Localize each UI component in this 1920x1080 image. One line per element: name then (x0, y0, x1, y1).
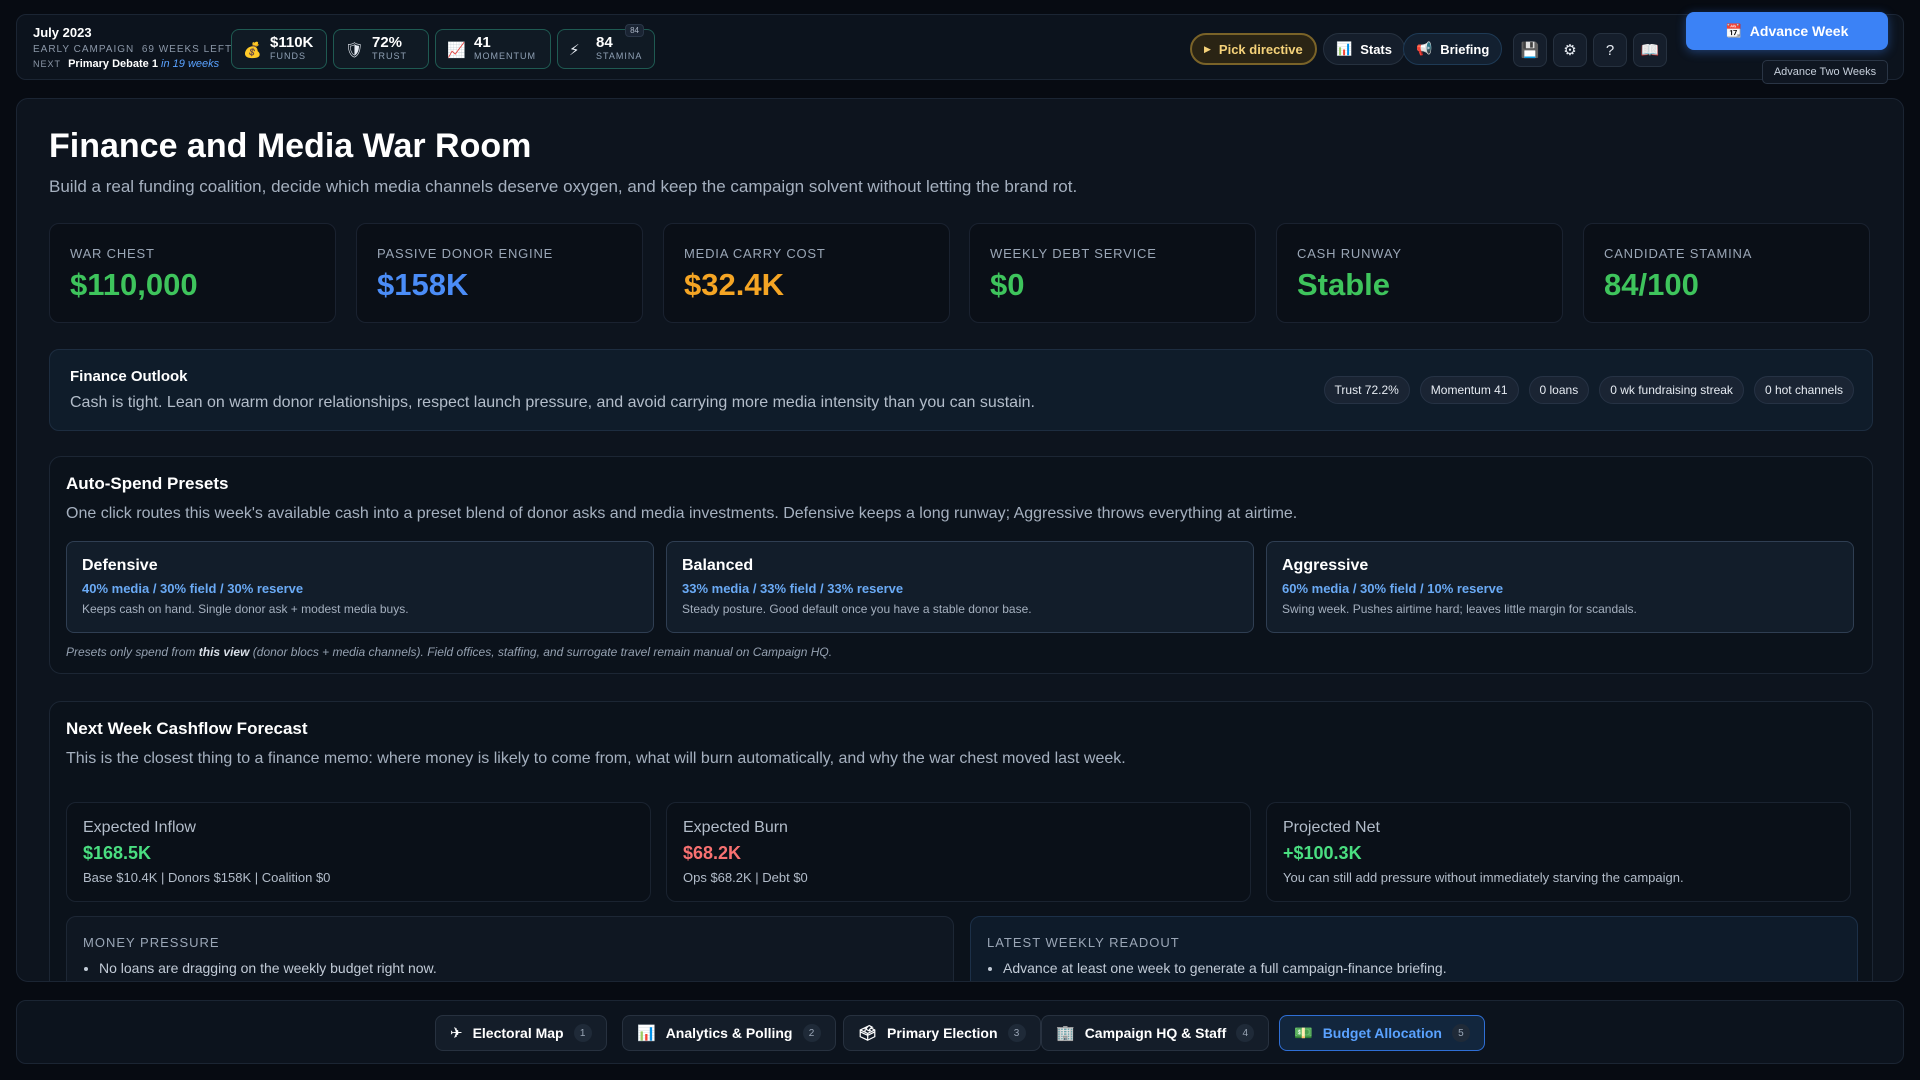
gear-icon[interactable]: ⚙ (1553, 33, 1587, 67)
current-date: July 2023 (33, 25, 92, 40)
kpi-passive-donor-engine: Passive Donor Engine $158K (356, 223, 643, 323)
war-room-panel: Finance and Media War Room Build a real … (16, 98, 1904, 982)
chip-momentum: Momentum 41 (1419, 376, 1519, 404)
forecast-title: Next Week Cashflow Forecast (66, 719, 308, 738)
chip-hot-channels: 0 hot channels (1753, 376, 1854, 404)
auto-spend-presets: Auto-Spend Presets One click routes this… (49, 456, 1873, 674)
help-icon[interactable]: ? (1593, 33, 1627, 67)
bar-chart-icon: 📊 (637, 1025, 656, 1042)
save-icon[interactable]: 💾 (1513, 33, 1547, 67)
preset-defensive[interactable]: Defensive 40% media / 30% field / 30% re… (66, 541, 654, 633)
tab-analytics-polling[interactable]: 📊 Analytics & Polling 2 (622, 1015, 836, 1051)
cash-icon: 💵 (1294, 1025, 1313, 1042)
outlook-chips: Trust 72.2% Momentum 41 0 loans 0 wk fun… (1323, 376, 1854, 404)
outlook-text: Cash is tight. Lean on warm donor relati… (70, 394, 1035, 411)
weekly-readout-panel: Latest Weekly Readout Advance at least o… (970, 916, 1858, 981)
top-status-bar: July 2023 Early Campaign 69 weeks left N… (16, 14, 1904, 80)
trust-label: Trust (372, 51, 407, 61)
tab-primary-election[interactable]: 🗳 Primary Election 3 (843, 1015, 1041, 1051)
funds-label: Funds (270, 51, 306, 61)
projected-net-card: Projected Net +$100.3K You can still add… (1266, 802, 1851, 902)
chip-trust: Trust 72.2% (1323, 376, 1410, 404)
chart-icon: 📈 (447, 42, 466, 59)
next-label: NEXT (33, 59, 62, 69)
weeks-left: 69 weeks left (141, 44, 233, 55)
cashflow-forecast: Next Week Cashflow Forecast This is the … (49, 701, 1873, 981)
kpi-cash-runway: Cash Runway Stable (1276, 223, 1563, 323)
kpi-media-carry-cost: Media Carry Cost $32.4K (663, 223, 950, 323)
book-icon[interactable]: 📖 (1633, 33, 1667, 67)
page-subtitle: Build a real funding coalition, decide w… (49, 177, 1078, 196)
stats-button[interactable]: 📊 Stats (1323, 33, 1405, 65)
stamina-stat[interactable]: ⚡ 84 84 Stamina (557, 24, 655, 69)
play-icon: ▶ (1204, 43, 1211, 54)
briefing-button[interactable]: 📢 Briefing (1403, 33, 1503, 65)
preset-aggressive[interactable]: Aggressive 60% media / 30% field / 10% r… (1266, 541, 1854, 633)
momentum-label: Momentum (474, 51, 536, 61)
momentum-stat[interactable]: 📈 41 Momentum (435, 29, 551, 69)
plane-icon: ✈ (450, 1025, 463, 1042)
list-item: Advance at least one week to generate a … (1003, 960, 1841, 976)
stamina-badge: 84 (625, 24, 644, 37)
next-event: NEXT Primary Debate 1 in 19 weeks (33, 58, 232, 70)
campaign-phase: Early Campaign (33, 44, 135, 55)
tab-electoral-map[interactable]: ✈ Electoral Map 1 (435, 1015, 607, 1051)
money-bag-icon: 💰 (243, 42, 262, 59)
finance-outlook: Finance Outlook Cash is tight. Lean on w… (49, 349, 1873, 431)
presets-description: One click routes this week's available c… (66, 505, 1298, 522)
list-item: No loans are dragging on the weekly budg… (99, 960, 937, 976)
next-event-when: in 19 weeks (161, 58, 220, 70)
funds-value: $110K (270, 34, 314, 51)
kpi-war-chest: War Chest $110,000 (49, 223, 336, 323)
chip-streak: 0 wk fundraising streak (1599, 376, 1744, 404)
tab-campaign-hq[interactable]: 🏢 Campaign HQ & Staff 4 (1041, 1015, 1270, 1051)
momentum-value: 41 (474, 34, 491, 51)
pick-directive-button[interactable]: ▶ Pick directive (1190, 33, 1317, 65)
megaphone-icon: 📢 (1416, 41, 1433, 56)
kpi-weekly-debt-service: Weekly Debt Service $0 (969, 223, 1256, 323)
presets-title: Auto-Spend Presets (66, 474, 229, 493)
bottom-navigation: ✈ Electoral Map 1 📊 Analytics & Polling … (16, 1000, 1904, 1064)
lightning-icon: ⚡ (569, 42, 580, 59)
tab-budget-allocation[interactable]: 💵 Budget Allocation 5 (1279, 1015, 1485, 1051)
advance-week-button[interactable]: 📆 Advance Week (1686, 12, 1888, 50)
shield-icon: 🛡 (345, 42, 365, 59)
stamina-value: 84 (596, 34, 613, 51)
money-pressure-panel: Money Pressure No loans are dragging on … (66, 916, 954, 981)
next-event-name: Primary Debate 1 (68, 58, 158, 70)
stats-icon: 📊 (1336, 41, 1353, 56)
ballot-box-icon: 🗳 (858, 1025, 878, 1042)
expected-burn-card: Expected Burn $68.2K Ops $68.2K | Debt $… (666, 802, 1251, 902)
stamina-label: Stamina (596, 51, 643, 61)
expected-inflow-card: Expected Inflow $168.5K Base $10.4K | Do… (66, 802, 651, 902)
funds-stat[interactable]: 💰 $110K Funds (231, 29, 327, 69)
presets-note: Presets only spend from this view (donor… (66, 645, 833, 659)
trust-value: 72% (372, 34, 403, 51)
page-title: Finance and Media War Room (49, 127, 532, 165)
chip-loans: 0 loans (1528, 376, 1590, 404)
kpi-candidate-stamina: Candidate Stamina 84/100 (1583, 223, 1870, 323)
outlook-title: Finance Outlook (70, 368, 188, 385)
trust-stat[interactable]: 🛡 72% Trust (333, 29, 429, 69)
forecast-description: This is the closest thing to a finance m… (66, 750, 1126, 767)
calendar-block: July 2023 Early Campaign 69 weeks left N… (33, 25, 232, 70)
building-icon: 🏢 (1056, 1025, 1075, 1042)
preset-balanced[interactable]: Balanced 33% media / 33% field / 33% res… (666, 541, 1254, 633)
calendar-icon: 📆 (1725, 23, 1742, 38)
advance-two-weeks-button[interactable]: Advance Two Weeks (1762, 60, 1888, 84)
